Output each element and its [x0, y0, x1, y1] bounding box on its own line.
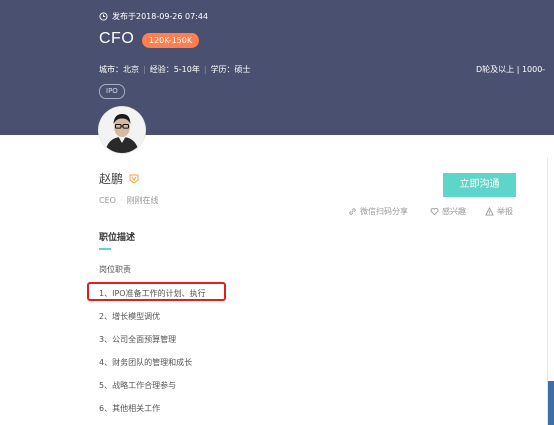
avatar [99, 107, 145, 153]
posted-time: 发布于2018-09-26 07:44 [99, 11, 208, 22]
section-title: 职位描述 [99, 233, 136, 243]
meta-separator: | [203, 65, 207, 74]
job-meta: 城市：北京 | 经验：5-10年 | 学历：硕士 [99, 64, 251, 75]
meta-separator: | [143, 65, 146, 74]
duty-item: 4、财务团队的管理和成长 [99, 358, 193, 367]
recruiter-status: 刚刚在线 [126, 196, 159, 205]
recruiter-title: CEO [99, 196, 116, 205]
responsibilities-title: 岗位职责 [99, 265, 131, 274]
meta-city: 城市：北京 [99, 65, 139, 74]
clock-icon [99, 12, 108, 21]
interested-label: 感兴趣 [442, 207, 466, 216]
recruiter-name: 赵鹏 [99, 172, 124, 186]
report-link[interactable]: 举报 [485, 206, 513, 217]
heart-icon [430, 208, 439, 216]
interested-link[interactable]: 感兴趣 [430, 206, 466, 217]
warning-icon [485, 207, 494, 216]
contact-now-button[interactable]: 立即沟通 [443, 173, 516, 197]
share-link[interactable]: 微信扫码分享 [348, 206, 408, 217]
duty-item: 5、战略工作合理参与 [99, 381, 177, 390]
share-label: 微信扫码分享 [360, 207, 408, 216]
meta-experience: 经验：5-10年 [149, 65, 200, 74]
job-tag: IPO [99, 84, 125, 99]
duty-item: 3、公司全面预算管理 [99, 335, 177, 344]
avatar-image [99, 107, 145, 153]
recruiter-name-row: 赵鹏 [99, 170, 139, 187]
recruiter-role: CEO · 刚刚在线 [99, 195, 158, 206]
duty-item: 2、增长模型调优 [99, 312, 161, 321]
meta-education: 学历：硕士 [210, 65, 251, 74]
company-meta: D轮及以上 | 1000- [476, 65, 546, 74]
duty-item: 6、其他相关工作 [99, 404, 161, 413]
side-banner-edge [548, 381, 554, 425]
job-header: 发布于2018-09-26 07:44 CFO 120K-150K 城市：北京 |… [0, 0, 554, 135]
salary-badge: 120K-150K [142, 33, 200, 48]
link-icon [349, 208, 356, 215]
role-separator: · [119, 196, 123, 205]
posted-text: 发布于2018-09-26 07:44 [112, 12, 209, 21]
report-label: 举报 [497, 207, 513, 216]
job-title: CFO [99, 30, 135, 47]
verified-v-icon [129, 174, 139, 184]
highlight-annotation [87, 282, 226, 301]
section-underline [99, 248, 111, 250]
